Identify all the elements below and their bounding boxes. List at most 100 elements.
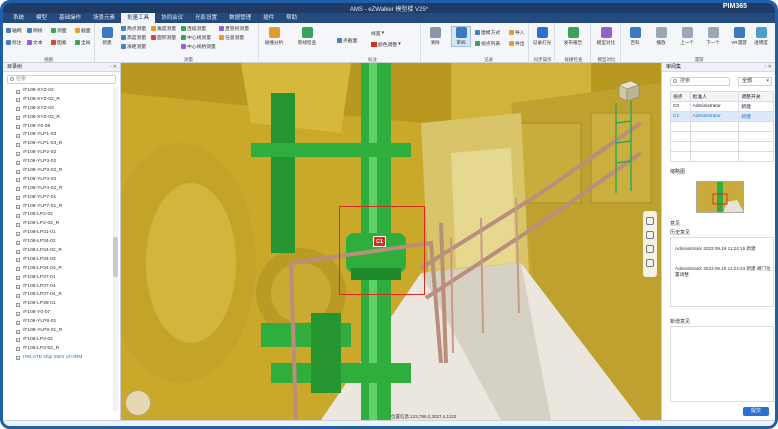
expand-icon[interactable]: +: [16, 338, 20, 343]
tree-item[interactable]: +/F108-XYZ-03: [3, 105, 111, 114]
grid-tool[interactable]: 轴网: [6, 27, 22, 34]
tree-item[interactable]: +/F108-YLP7-01_R: [3, 203, 111, 212]
expand-icon[interactable]: +: [16, 347, 20, 352]
scrollbar-thumb[interactable]: [113, 237, 118, 277]
tree-item[interactable]: + HRLATE ship 2001 of HRM: [3, 354, 111, 363]
menu-system[interactable]: 系统: [7, 13, 30, 23]
import-button[interactable]: 导入: [509, 29, 525, 36]
tree-item[interactable]: +/F108-LP34-02_R: [3, 247, 111, 256]
tree-item[interactable]: +/F108-YLP4-02_R: [3, 185, 111, 194]
expand-icon[interactable]: +: [16, 258, 20, 263]
expand-icon[interactable]: +: [16, 196, 20, 201]
submit-button[interactable]: 提交: [743, 407, 769, 416]
measure-bridge[interactable]: 中心线桥测量: [181, 43, 216, 50]
line-width-tool[interactable]: 线宽 ▾: [371, 30, 384, 37]
review-search-input[interactable]: 搜索: [670, 77, 730, 86]
measure-two-point[interactable]: 两点测量: [121, 25, 146, 32]
tree-item[interactable]: +/F108-LP3-02_R: [3, 345, 111, 354]
label-tool[interactable]: 标注: [6, 39, 22, 46]
expand-icon[interactable]: +: [16, 240, 20, 245]
expand-icon[interactable]: +: [16, 98, 20, 103]
expand-icon[interactable]: +: [16, 285, 20, 290]
table-row[interactable]: C0 Administrator 新建: [670, 101, 774, 112]
expand-icon[interactable]: +: [16, 276, 20, 281]
menu-basic-ops[interactable]: 基础操作: [53, 13, 87, 23]
expand-icon[interactable]: +: [16, 231, 20, 236]
vr-button[interactable]: VR漫游: [729, 27, 749, 46]
panel-controls[interactable]: ▫ ✕: [765, 63, 772, 72]
tree-item[interactable]: +/F108-LP37-01: [3, 274, 111, 283]
tree-item[interactable]: +/F108-LP34-02: [3, 238, 111, 247]
expand-icon[interactable]: +: [16, 356, 20, 361]
tree-item[interactable]: +/F108-YLP7-01: [3, 194, 111, 203]
expand-icon[interactable]: +: [16, 125, 20, 130]
measure-continuous[interactable]: 连续测量: [181, 25, 206, 32]
tree-item[interactable]: +/F108-YLP4-02: [3, 176, 111, 185]
expand-icon[interactable]: +: [16, 302, 20, 307]
expand-icon[interactable]: +: [16, 222, 20, 227]
tree-item[interactable]: +/F108-LP34-03: [3, 256, 111, 265]
tree-item[interactable]: +/F108-LP37-04_R: [3, 291, 111, 300]
panel-controls[interactable]: ▫ ✕: [110, 63, 117, 72]
menu-data[interactable]: 数据管理: [223, 13, 257, 23]
expand-icon[interactable]: +: [16, 160, 20, 165]
next-button[interactable]: 下一个: [703, 27, 723, 46]
tree-scrollbar[interactable]: [113, 87, 118, 411]
measure-height[interactable]: 高度测量: [121, 34, 146, 41]
measure-area[interactable]: 面积测量: [151, 34, 176, 41]
menu-plugins[interactable]: 插件: [257, 13, 280, 23]
play-button[interactable]: 播放: [651, 27, 671, 46]
expand-icon[interactable]: +: [16, 169, 20, 174]
global-tool[interactable]: 全局: [75, 39, 91, 46]
measure-pipe[interactable]: 直管初测量: [219, 25, 249, 32]
review-button[interactable]: 审阅: [451, 26, 471, 47]
expand-icon[interactable]: +: [16, 151, 20, 156]
menu-lighting[interactable]: 光影设置: [189, 13, 223, 23]
tree-item[interactable]: +/F108-YLP3-02_R: [3, 167, 111, 176]
new-button[interactable]: 新建: [97, 27, 117, 46]
element-tool[interactable]: 图素: [51, 39, 67, 46]
rotate-icon[interactable]: [646, 245, 654, 253]
expand-icon[interactable]: +: [16, 320, 20, 325]
tree-item[interactable]: +/F108-Y0-07: [3, 309, 111, 318]
tree-search-input[interactable]: 检索: [7, 75, 116, 84]
tree-item[interactable]: +/F108-YLP2-02: [3, 149, 111, 158]
expand-icon[interactable]: +: [16, 205, 20, 210]
expand-icon[interactable]: +: [16, 249, 20, 254]
new-opinion-textarea[interactable]: [670, 326, 774, 402]
expand-icon[interactable]: +: [16, 89, 20, 94]
viewpoint-list[interactable]: 视点列表: [475, 40, 500, 47]
record-light-button[interactable]: 记录灯光: [532, 27, 552, 46]
tree-item[interactable]: +/F108-LP38-01: [3, 300, 111, 309]
tree-item[interactable]: +/F108-LP31-01: [3, 229, 111, 238]
viewpoint-marker[interactable]: C1: [373, 236, 386, 247]
expand-icon[interactable]: +: [16, 116, 20, 121]
tree-item[interactable]: +/F108-YLP8-01: [3, 318, 111, 327]
collision-button[interactable]: 碰撞分析: [263, 27, 285, 46]
review-filter-select[interactable]: 全部: [738, 77, 772, 86]
menu-scene[interactable]: 场景元素: [87, 13, 121, 23]
tree-item[interactable]: +/F108-LP2-02_R: [3, 220, 111, 229]
menu-batch-tools[interactable]: 批量工具: [121, 13, 156, 23]
net-tool[interactable]: 网线: [27, 27, 43, 34]
zoom-icon[interactable]: [646, 217, 654, 225]
expand-icon[interactable]: +: [16, 267, 20, 272]
expand-icon[interactable]: +: [16, 329, 20, 334]
export-button[interactable]: 导出: [509, 40, 525, 47]
tree-item[interactable]: +/F108-LP3-02: [3, 336, 111, 345]
expand-icon[interactable]: +: [16, 142, 20, 147]
tree-item[interactable]: +/F108-YLP3-02: [3, 158, 111, 167]
measure-icon[interactable]: [646, 259, 654, 267]
nav-cube-icon[interactable]: [615, 77, 643, 105]
publish-report-button[interactable]: 发布报告: [563, 27, 583, 46]
tree-item[interactable]: +/F108-LP34-03_R: [3, 265, 111, 274]
point-section-tool[interactable]: 点截面: [337, 37, 357, 44]
compass-icon[interactable]: [125, 390, 151, 416]
3d-viewport[interactable]: C1 位置信息:123,789,2,3027,4,1122: [121, 63, 661, 420]
expand-icon[interactable]: +: [16, 213, 20, 218]
menu-model[interactable]: 模型: [30, 13, 53, 23]
tree-item[interactable]: +/F108-XYZ-02: [3, 87, 111, 96]
expand-icon[interactable]: +: [16, 178, 20, 183]
tree-item[interactable]: +/F108-Y0-08: [3, 123, 111, 132]
text-tool[interactable]: 文本: [27, 39, 43, 46]
